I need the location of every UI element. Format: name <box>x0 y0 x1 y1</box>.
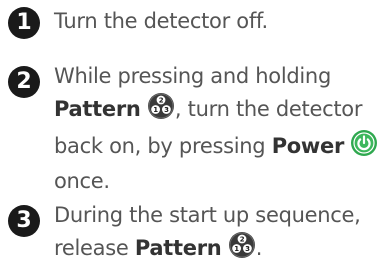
power-button-icon <box>350 129 378 166</box>
svg-text:2: 2 <box>159 97 164 105</box>
pattern-button-icon: 2 1 3 <box>147 92 175 129</box>
step-2-text-c: once. <box>54 169 110 193</box>
step-number-1: 1 <box>8 7 40 39</box>
step-3-text: During the start up sequence, release Pa… <box>54 200 383 268</box>
svg-text:3: 3 <box>164 106 169 114</box>
step-number-2: 2 <box>8 66 40 98</box>
step-3-text-b: . <box>255 236 263 260</box>
svg-text:2: 2 <box>240 236 245 244</box>
svg-text:3: 3 <box>245 245 250 253</box>
step-2: 2 While pressing and holding Pattern 2 1… <box>8 61 383 197</box>
step-number-3: 3 <box>8 205 40 237</box>
step-3: 3 During the start up sequence, release … <box>8 200 383 268</box>
step-1-text: Turn the detector off. <box>54 6 383 37</box>
svg-text:1: 1 <box>153 106 158 114</box>
step-1: 1 Turn the detector off. <box>8 6 383 39</box>
step-2-text-a: While pressing and holding <box>54 64 331 88</box>
power-label: Power <box>271 134 345 158</box>
pattern-button-icon: 2 1 3 <box>228 231 256 268</box>
pattern-label-step-3: Pattern <box>134 236 222 260</box>
svg-text:1: 1 <box>234 245 239 253</box>
step-1-instruction: Turn the detector off. <box>54 9 268 33</box>
pattern-label: Pattern <box>54 97 141 121</box>
step-2-text: While pressing and holding Pattern 2 1 3… <box>54 61 383 197</box>
